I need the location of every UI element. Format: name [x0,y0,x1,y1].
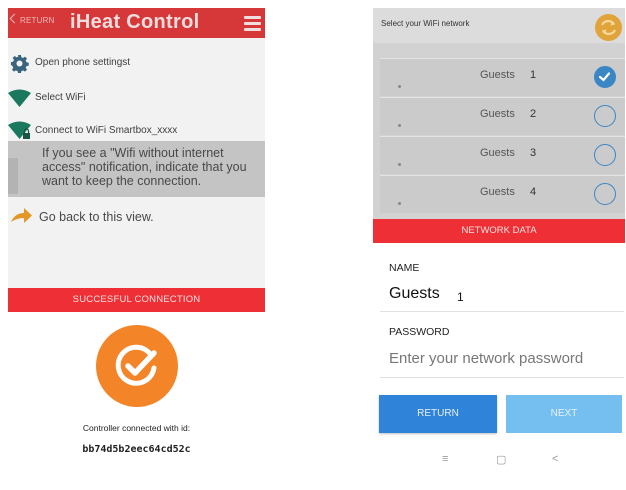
wifi-lock-icon [8,121,31,139]
step-label: Connect to WiFi Smartbox_xxxx [35,125,178,136]
name-label: NAME [389,262,420,274]
password-input[interactable] [389,347,619,369]
keep-connection-note: If you see a "Wifi without internet acce… [42,146,247,188]
right-app-screen: Select your WiFi network Guests 1 Guests… [373,8,625,220]
hamburger-menu-icon[interactable] [244,16,261,31]
step-label: Open phone settingst [35,57,131,68]
step-label: Select WiFi [35,92,86,103]
chevron-left-icon [9,13,20,24]
wifi-icon [8,89,31,107]
check-circle-icon [115,344,157,386]
go-back-text: Go back to this view. [39,210,154,224]
network-row[interactable]: Guests 3 [380,136,625,174]
radio-unselected[interactable] [594,105,616,127]
radio-unselected[interactable] [594,183,616,205]
name-number: 1 [457,290,464,304]
network-number: 4 [530,186,537,198]
refresh-icon [601,19,616,36]
wifi-signal-icon [398,163,401,166]
radio-selected[interactable] [594,66,616,88]
gear-icon [10,54,29,73]
network-number: 2 [530,108,537,120]
password-label: PASSWORD [389,326,450,338]
refresh-button[interactable] [595,14,622,41]
return-arrow-icon [11,208,32,223]
warning-icon [8,158,18,194]
name-value[interactable]: Guests [389,285,440,303]
divider [380,311,624,312]
app-header: RETURN iHeat Control [8,8,265,38]
menu-nav-icon[interactable]: ≡ [442,453,448,465]
network-select-header: Select your WiFi network [373,8,625,43]
divider [380,377,624,378]
wifi-signal-icon [398,124,401,127]
network-name: Guests [480,186,515,198]
wifi-signal-icon [398,202,401,205]
wifi-signal-icon [398,85,401,88]
home-nav-icon[interactable]: ▢ [496,453,506,466]
return-link[interactable]: RETURN [9,13,55,25]
success-check-icon [96,325,178,407]
return-button[interactable]: RETURN [379,395,497,433]
network-data-banner: NETWORK DATA [373,219,625,243]
network-row[interactable]: Guests 4 [380,175,625,213]
radio-unselected[interactable] [594,144,616,166]
network-number: 1 [530,69,537,81]
network-row[interactable]: Guests 2 [380,97,625,135]
controller-id: bb74d5b2eec64cd52c [82,444,191,455]
app-title: iHeat Control [70,11,200,33]
left-app-screen: RETURN iHeat Control Open phone settings… [8,8,265,312]
next-button[interactable]: NEXT [506,395,622,433]
step-select-wifi: Select WiFi [8,88,265,110]
network-number: 3 [530,147,537,159]
success-banner: SUCCESFUL CONNECTION [8,288,265,312]
back-nav-icon[interactable]: < [552,453,558,465]
network-name: Guests [480,69,515,81]
network-name: Guests [480,108,515,120]
select-network-label: Select your WiFi network [381,19,470,28]
controller-connected-label: Controller connected with id: [82,423,191,433]
return-label: RETURN [20,16,55,25]
step-open-settings: Open phone settingst [8,54,265,76]
check-icon [598,72,611,82]
step-connect-wifi: Connect to WiFi Smartbox_xxxx [8,121,265,143]
network-name: Guests [480,147,515,159]
network-row[interactable]: Guests 1 [380,58,625,96]
